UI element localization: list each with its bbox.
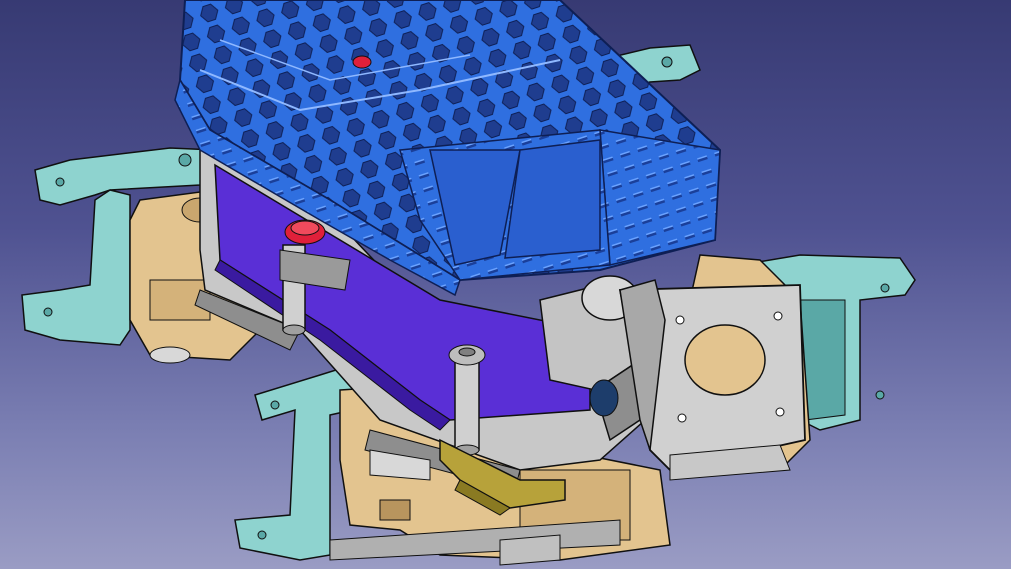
cad-model-render[interactable]	[0, 0, 1011, 569]
3d-viewport[interactable]	[0, 0, 1011, 569]
standoff-center[interactable]	[448, 344, 486, 456]
heatsink-red-marker	[352, 55, 372, 69]
fan-hole-icon	[589, 379, 619, 417]
fan-hole-icon	[684, 324, 766, 396]
